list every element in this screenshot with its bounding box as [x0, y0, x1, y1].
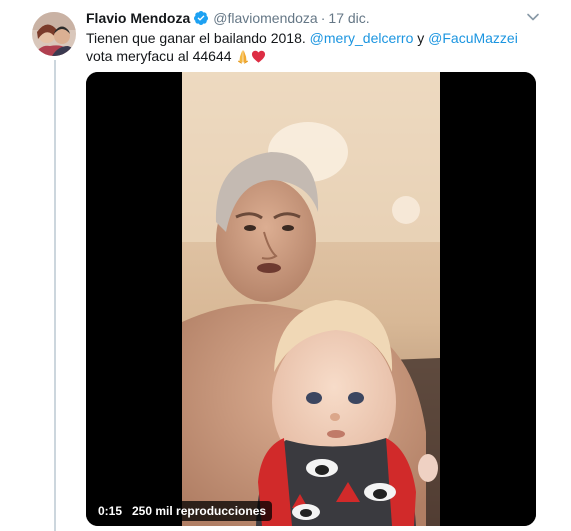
video-player[interactable]: 0:15 250 mil reproducciones [86, 72, 536, 526]
author-handle[interactable]: @flaviomendoza [213, 10, 318, 26]
tweet-text-part: y [413, 30, 429, 46]
separator-dot: · [320, 10, 326, 26]
tweet-header: Flavio Mendoza @flaviomendoza · 17 dic. [86, 8, 370, 28]
mention-link[interactable]: @FacuMazzei [428, 30, 518, 46]
video-views-badge: 250 mil reproducciones [126, 501, 273, 521]
folded-hands-emoji [235, 48, 251, 68]
video-duration-badge: 0:15 [92, 501, 129, 521]
mention-link[interactable]: @mery_delcerro [310, 30, 414, 46]
video-frame [86, 72, 536, 526]
thread-line [54, 60, 56, 531]
verified-badge-icon [193, 10, 209, 26]
tweet: Flavio Mendoza @flaviomendoza · 17 dic. … [0, 0, 571, 531]
author-name[interactable]: Flavio Mendoza [86, 10, 190, 26]
avatar[interactable] [32, 12, 76, 56]
tweet-text-part: Tienen que ganar el bailando 2018. [86, 30, 310, 46]
avatar-photo [32, 12, 76, 56]
tweet-text: Tienen que ganar el bailando 2018. @mery… [86, 29, 536, 68]
chevron-down-icon[interactable] [526, 10, 540, 24]
tweet-date[interactable]: 17 dic. [328, 10, 369, 26]
red-heart-emoji [251, 49, 266, 68]
tweet-text-part: vota meryfacu al 44644 [86, 48, 236, 64]
